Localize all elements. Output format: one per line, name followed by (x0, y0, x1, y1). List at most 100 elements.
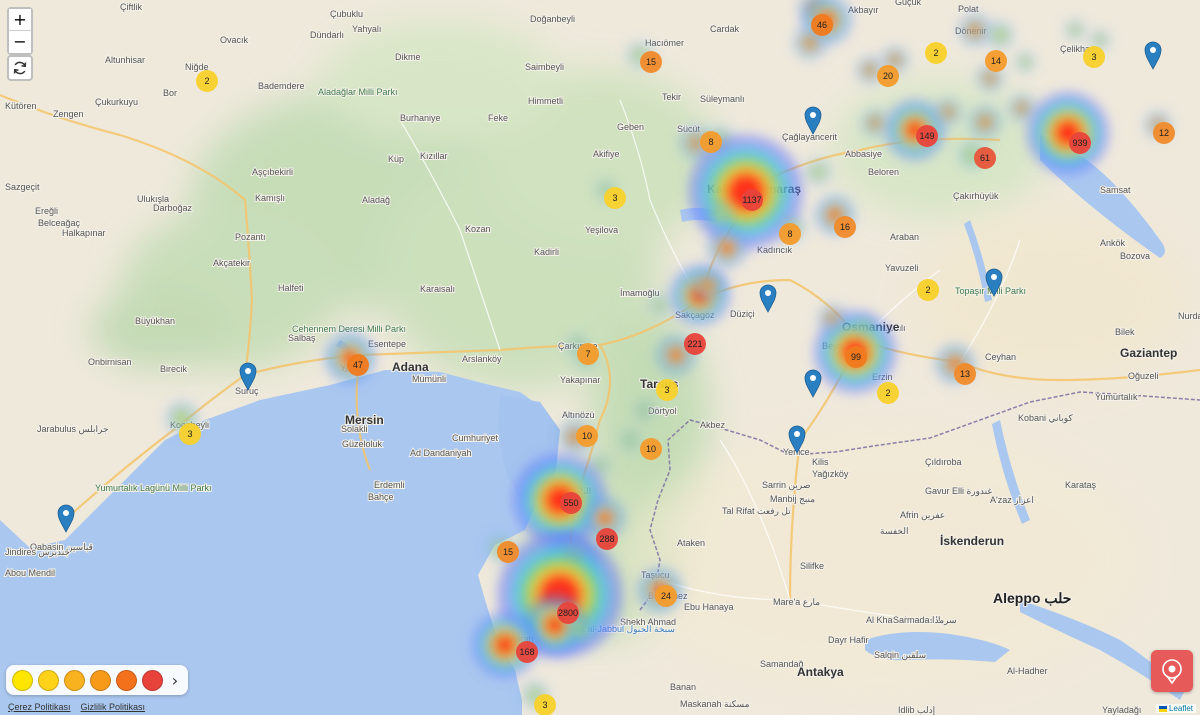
cluster-marker[interactable]: 15 (497, 541, 519, 563)
cluster-marker[interactable]: 46 (811, 14, 833, 36)
place-label: Kobani كوباني (1018, 413, 1073, 424)
place-label: Cardak (710, 24, 740, 34)
map-attribution[interactable]: Leaflet (1155, 704, 1196, 713)
cluster-marker[interactable]: 47 (347, 354, 369, 376)
cluster-count: 24 (661, 591, 671, 601)
place-label: Gaziantep (1120, 346, 1177, 360)
place-label: Bor (163, 88, 177, 98)
place-label: Çağlayancerit (782, 132, 838, 142)
place-label: Tekir (662, 92, 681, 102)
place-label: Güzeloluk (342, 439, 383, 449)
cluster-marker[interactable]: 13 (954, 363, 976, 385)
cluster-marker[interactable]: 14 (985, 50, 1007, 72)
refresh-button[interactable] (7, 55, 33, 81)
cluster-marker[interactable]: 20 (877, 65, 899, 87)
safety-location-button[interactable] (1151, 650, 1193, 692)
zoom-out-button[interactable]: − (9, 31, 31, 53)
cluster-marker[interactable]: 15 (640, 51, 662, 73)
zoom-in-button[interactable]: + (9, 9, 31, 31)
place-label: Solakli (341, 424, 368, 434)
cluster-marker[interactable]: 221 (684, 333, 706, 355)
cluster-count: 2 (885, 388, 890, 398)
cluster-count: 168 (519, 647, 534, 657)
place-label: Darboğaz (153, 203, 193, 213)
cluster-marker[interactable]: 7 (577, 343, 599, 365)
cookie-policy-link[interactable]: Çerez Politikası (8, 702, 71, 712)
pin-dot (991, 274, 997, 280)
cluster-marker[interactable]: 3 (656, 379, 678, 401)
heat-spot (968, 105, 1002, 139)
cluster-marker[interactable]: 16 (834, 216, 856, 238)
place-label: Yavuzeli (885, 263, 918, 273)
cluster-marker[interactable]: 3 (1083, 46, 1105, 68)
place-label: Çubuklu (330, 9, 363, 19)
cluster-marker[interactable]: 939 (1069, 132, 1091, 154)
place-label: Banan (670, 682, 696, 692)
cluster-count: 2800 (558, 608, 578, 618)
cluster-marker[interactable]: 8 (779, 223, 801, 245)
cluster-marker[interactable]: 12 (1153, 122, 1175, 144)
density-legend: › (6, 665, 188, 695)
place-label: Kamışlı (255, 193, 285, 203)
place-label: Sarmada سرمدا (893, 615, 957, 626)
cluster-marker[interactable]: 2800 (557, 602, 579, 624)
place-label: Sazgeçit (5, 182, 40, 192)
cluster-marker[interactable]: 168 (516, 641, 538, 663)
heat-spot (514, 454, 606, 546)
place-label: Ebu Hanaya (684, 602, 734, 612)
place-label: Çıldıroba (925, 457, 962, 467)
place-label: Cumhuriyet (452, 433, 499, 443)
cluster-marker[interactable]: 550 (560, 492, 582, 514)
cluster-marker[interactable]: 2 (877, 382, 899, 404)
cluster-count: 46 (817, 20, 827, 30)
place-label: Abbasiye (845, 149, 882, 159)
cluster-marker[interactable]: 2 (917, 279, 939, 301)
heat-spot (861, 109, 889, 137)
place-label: Kilis (812, 457, 829, 467)
cluster-marker[interactable]: 24 (655, 585, 677, 607)
place-label: Akbez (700, 420, 726, 430)
legend-next-button[interactable]: › (168, 670, 182, 690)
heat-spot (691, 268, 725, 302)
heat-spot (619, 429, 641, 451)
cluster-marker[interactable]: 99 (845, 346, 867, 368)
place-label: Beloren (868, 167, 899, 177)
cluster-marker[interactable]: 288 (596, 528, 618, 550)
place-label: Abou Mendil (5, 568, 55, 578)
cluster-count: 14 (991, 56, 1001, 66)
cluster-marker[interactable]: 10 (576, 425, 598, 447)
cluster-marker[interactable]: 3 (179, 423, 201, 445)
place-label: Halkapınar (62, 228, 106, 238)
legend-swatch-5 (116, 669, 137, 691)
cluster-count: 15 (503, 547, 513, 557)
place-label: Jindires جنديرس (5, 547, 70, 558)
map-canvas[interactable]: Çiftlik Çubuklu Doğanbeyli Akbayır Güçük Pola… (0, 0, 1200, 715)
cluster-count: 16 (840, 222, 850, 232)
cluster-marker[interactable]: 61 (974, 147, 996, 169)
place-label: Akçatekir (213, 258, 250, 268)
place-label: Esentepe (368, 339, 406, 349)
place-label: Büyükhan (135, 316, 175, 326)
pin-dot (1150, 47, 1156, 53)
privacy-policy-link[interactable]: Gizlilik Politikası (81, 702, 146, 712)
cluster-marker[interactable]: 149 (916, 125, 938, 147)
place-label: Polat (958, 4, 979, 14)
place-label: Manbij منبج (770, 494, 815, 505)
cluster-marker[interactable]: 3 (604, 187, 626, 209)
place-label: Kütören (5, 101, 37, 111)
place-label: Kadirli (534, 247, 559, 257)
cluster-marker[interactable]: 8 (700, 131, 722, 153)
heat-spot (958, 13, 992, 47)
cluster-count: 7 (585, 349, 590, 359)
cluster-marker[interactable]: 2 (196, 70, 218, 92)
place-label: Feke (488, 113, 508, 123)
place-label: Afrin عفرين (900, 510, 945, 521)
pin-dot (794, 431, 800, 437)
cluster-marker[interactable]: 10 (640, 438, 662, 460)
cluster-count: 61 (980, 153, 990, 163)
cluster-marker[interactable]: 3 (534, 694, 556, 715)
cluster-marker[interactable]: 1137 (741, 189, 763, 211)
cluster-marker[interactable]: 2 (925, 42, 947, 64)
place-label: Araban (890, 232, 919, 242)
place-label: Çukurkuyu (95, 97, 138, 107)
